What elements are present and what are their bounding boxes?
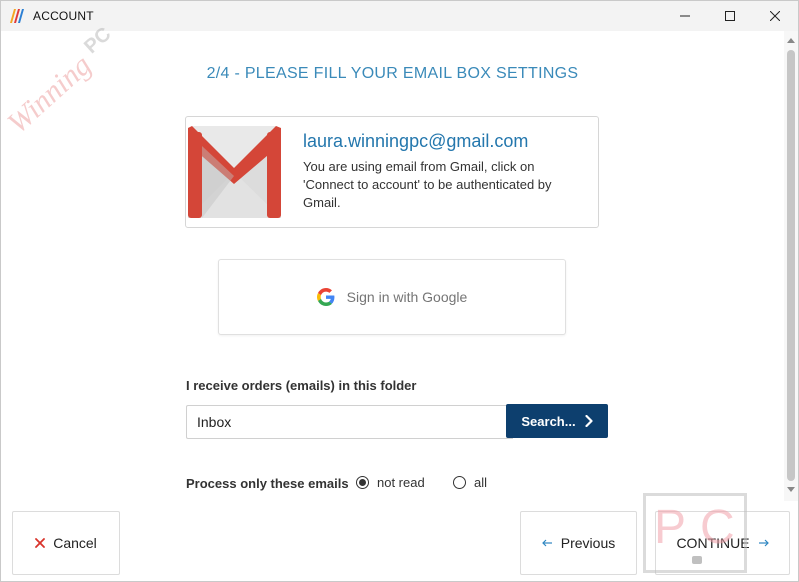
app-logo-icon bbox=[10, 9, 24, 23]
account-card: laura.winningpc@gmail.com You are using … bbox=[185, 116, 599, 228]
page-title: 2/4 - PLEASE FILL YOUR EMAIL BOX SETTING… bbox=[206, 65, 579, 82]
arrow-right-icon bbox=[758, 539, 769, 547]
maximize-icon bbox=[725, 11, 735, 21]
continue-button[interactable]: CONTINUE bbox=[655, 511, 790, 575]
close-icon bbox=[770, 11, 780, 21]
radio-not-read-label: not read bbox=[377, 475, 425, 490]
radio-all[interactable]: all bbox=[453, 475, 487, 490]
close-icon bbox=[35, 538, 46, 548]
cancel-label: Cancel bbox=[53, 535, 97, 551]
search-folder-button[interactable]: Search... bbox=[506, 404, 608, 438]
folder-input[interactable] bbox=[186, 405, 513, 439]
google-signin-label: Sign in with Google bbox=[346, 289, 468, 305]
scroll-down-icon[interactable] bbox=[787, 487, 795, 493]
cancel-button[interactable]: Cancel bbox=[12, 511, 120, 575]
close-window-button[interactable] bbox=[752, 1, 798, 31]
gmail-logo-icon bbox=[188, 126, 281, 218]
chevron-right-icon bbox=[584, 415, 593, 427]
process-label: Process only these emails bbox=[186, 476, 349, 491]
window-title: ACCOUNT bbox=[33, 9, 94, 23]
arrow-left-icon bbox=[541, 539, 552, 547]
minimize-icon bbox=[680, 15, 690, 17]
minimize-button[interactable] bbox=[662, 1, 708, 31]
account-window: ACCOUNT Winning PC 2/4 - PLEASE FILL YOU… bbox=[0, 0, 799, 582]
continue-label: CONTINUE bbox=[676, 535, 750, 551]
radio-not-read[interactable]: not read bbox=[356, 475, 425, 490]
account-email: laura.winningpc@gmail.com bbox=[303, 131, 529, 151]
scroll-up-icon[interactable] bbox=[787, 37, 795, 43]
google-signin-button[interactable]: Sign in with Google bbox=[218, 259, 566, 335]
account-description: You are using email from Gmail, click on… bbox=[303, 159, 552, 210]
search-button-label: Search... bbox=[521, 413, 576, 429]
scroll-thumb[interactable] bbox=[787, 50, 795, 481]
title-bar: ACCOUNT bbox=[1, 1, 798, 31]
folder-label: I receive orders (emails) in this folder bbox=[186, 378, 417, 393]
previous-label: Previous bbox=[560, 535, 616, 551]
radio-unselected-icon bbox=[453, 476, 466, 489]
vertical-scrollbar[interactable] bbox=[784, 31, 798, 501]
radio-all-label: all bbox=[474, 475, 488, 490]
google-g-icon bbox=[316, 288, 335, 306]
maximize-button[interactable] bbox=[707, 1, 753, 31]
previous-button[interactable]: Previous bbox=[520, 511, 637, 575]
radio-selected-icon bbox=[356, 476, 369, 489]
